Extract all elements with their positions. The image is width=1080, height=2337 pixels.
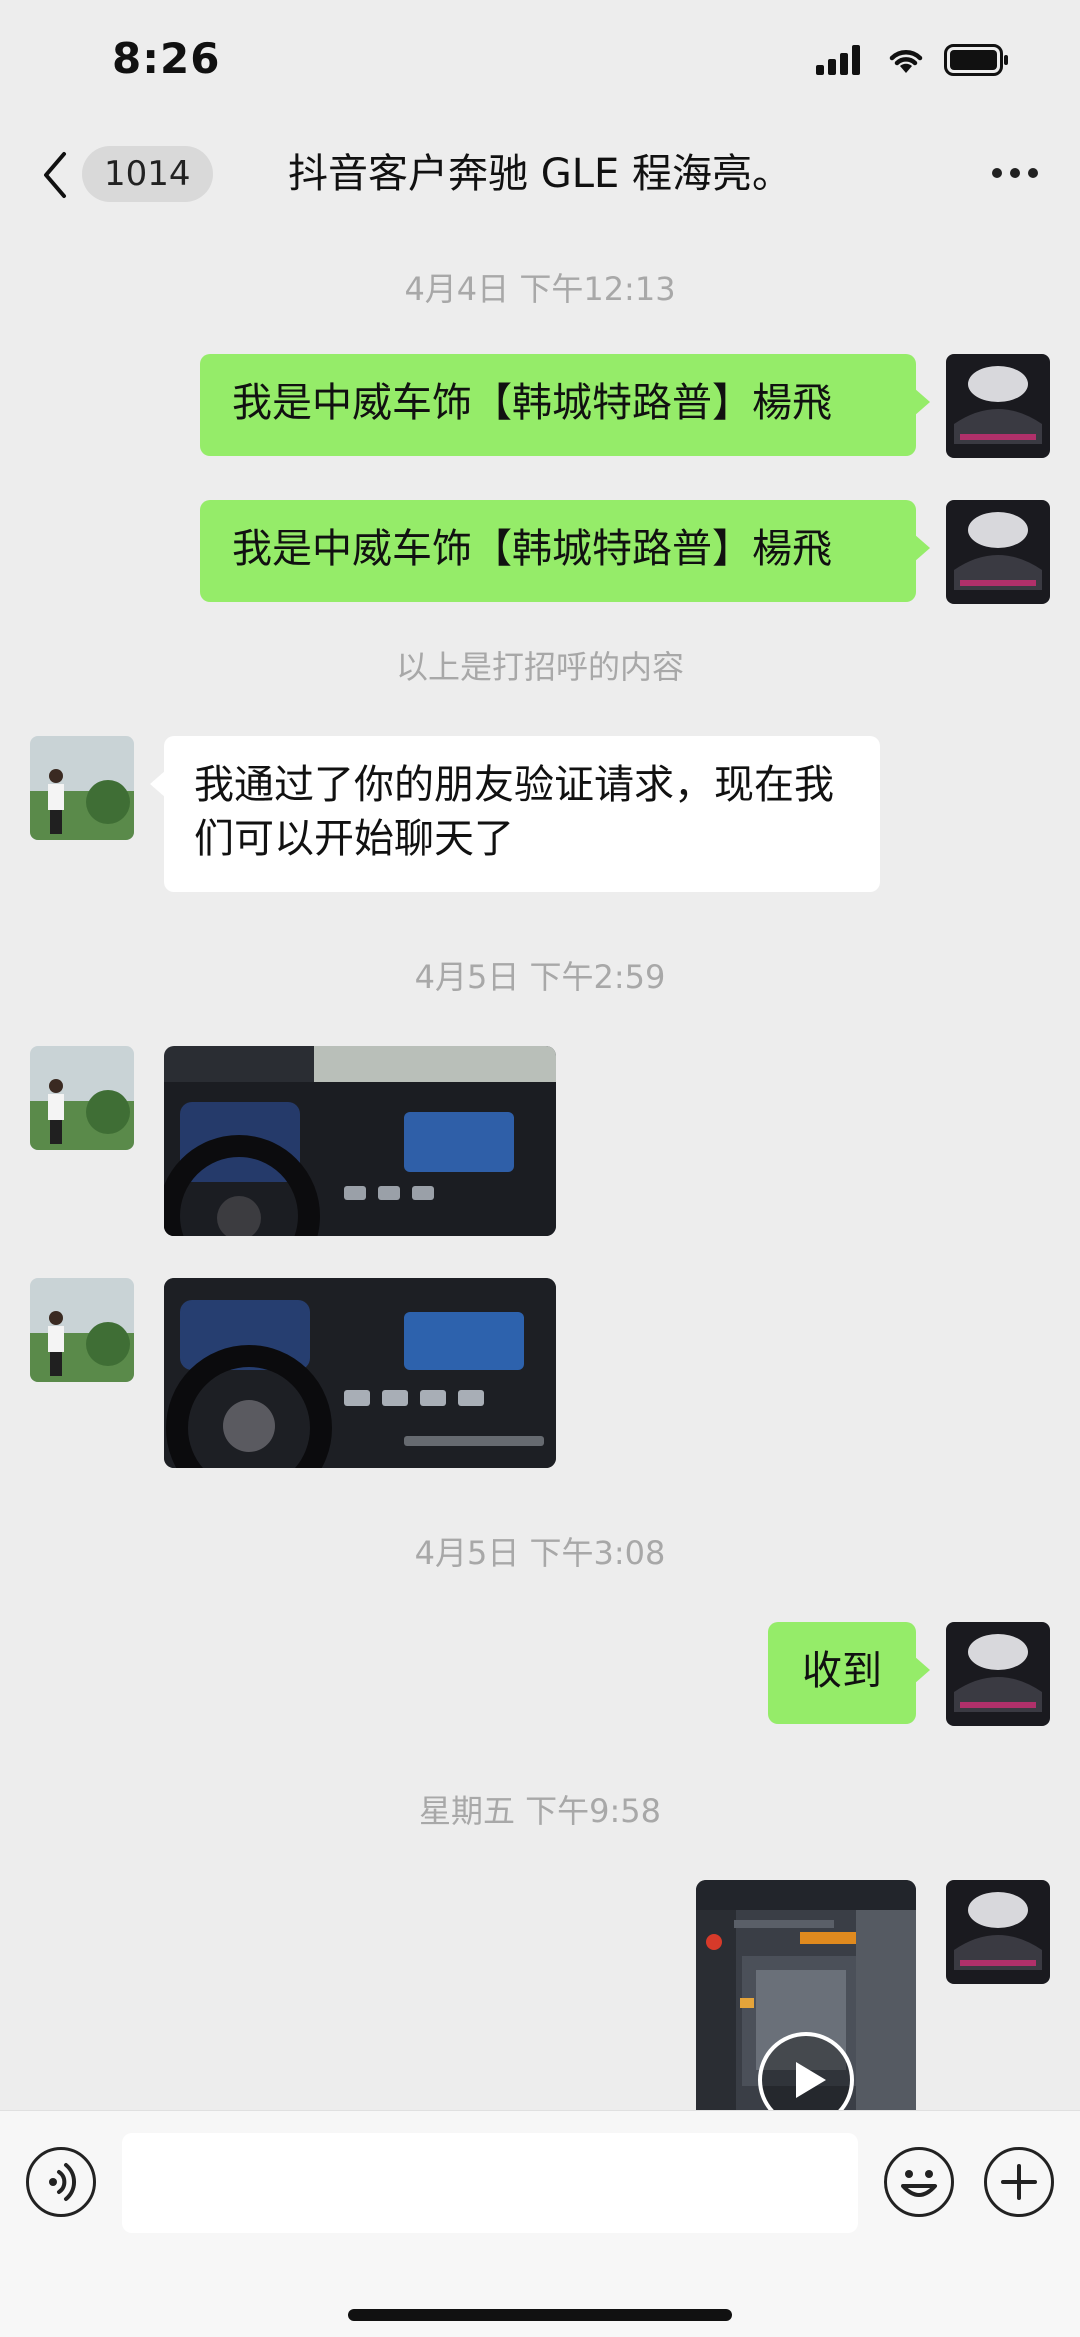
status-icons <box>816 44 1010 76</box>
input-bar <box>0 2110 1080 2337</box>
status-bar: 8:26 <box>0 0 1080 120</box>
video-message[interactable] <box>696 1880 916 2110</box>
timestamp: 星期五 下午9:58 <box>418 1792 662 1830</box>
image-message[interactable] <box>164 1046 556 1236</box>
home-indicator <box>348 2309 732 2321</box>
contact-avatar[interactable] <box>30 1278 134 1382</box>
my-avatar[interactable] <box>946 500 1050 604</box>
voice-icon[interactable] <box>26 2147 96 2217</box>
image-message[interactable] <box>164 1278 556 1468</box>
contact-avatar[interactable] <box>30 1046 134 1150</box>
signal-icon <box>816 45 860 75</box>
more-icon[interactable] <box>992 168 1038 178</box>
message-input[interactable] <box>122 2133 858 2233</box>
contact-avatar[interactable] <box>30 736 134 840</box>
emoji-icon[interactable] <box>884 2147 954 2217</box>
message-list[interactable]: 4月4日 下午12:13 我是中威车饰【韩城特路普】楊飛 我是中威车饰【韩城特路… <box>0 230 1080 2110</box>
chat-title: 抖音客户奔驰 GLE 程海亮。 <box>288 151 792 197</box>
sent-message[interactable]: 我是中威车饰【韩城特路普】楊飛 <box>200 500 930 602</box>
chat-header: 1014 抖音客户奔驰 GLE 程海亮。 <box>0 120 1080 230</box>
wifi-icon <box>889 50 923 73</box>
timestamp: 4月5日 下午3:08 <box>414 1534 666 1572</box>
battery-icon <box>944 44 1008 76</box>
plus-icon[interactable] <box>984 2147 1054 2217</box>
chevron-left-icon[interactable] <box>40 150 70 200</box>
received-message[interactable]: 我通过了你的朋友验证请求，现在我们可以开始聊天了 <box>150 736 880 892</box>
status-time: 8:26 <box>112 34 221 83</box>
play-icon[interactable] <box>756 2030 856 2110</box>
my-avatar[interactable] <box>946 1622 1050 1726</box>
my-avatar[interactable] <box>946 1880 1050 1984</box>
unread-count-badge[interactable]: 1014 <box>82 146 213 202</box>
timestamp: 4月5日 下午2:59 <box>414 958 666 996</box>
sent-message[interactable]: 我是中威车饰【韩城特路普】楊飛 <box>200 354 930 456</box>
system-note: 以上是打招呼的内容 <box>395 648 684 686</box>
timestamp: 4月4日 下午12:13 <box>404 270 676 308</box>
my-avatar[interactable] <box>946 354 1050 458</box>
sent-message[interactable]: 收到 <box>768 1622 930 1724</box>
